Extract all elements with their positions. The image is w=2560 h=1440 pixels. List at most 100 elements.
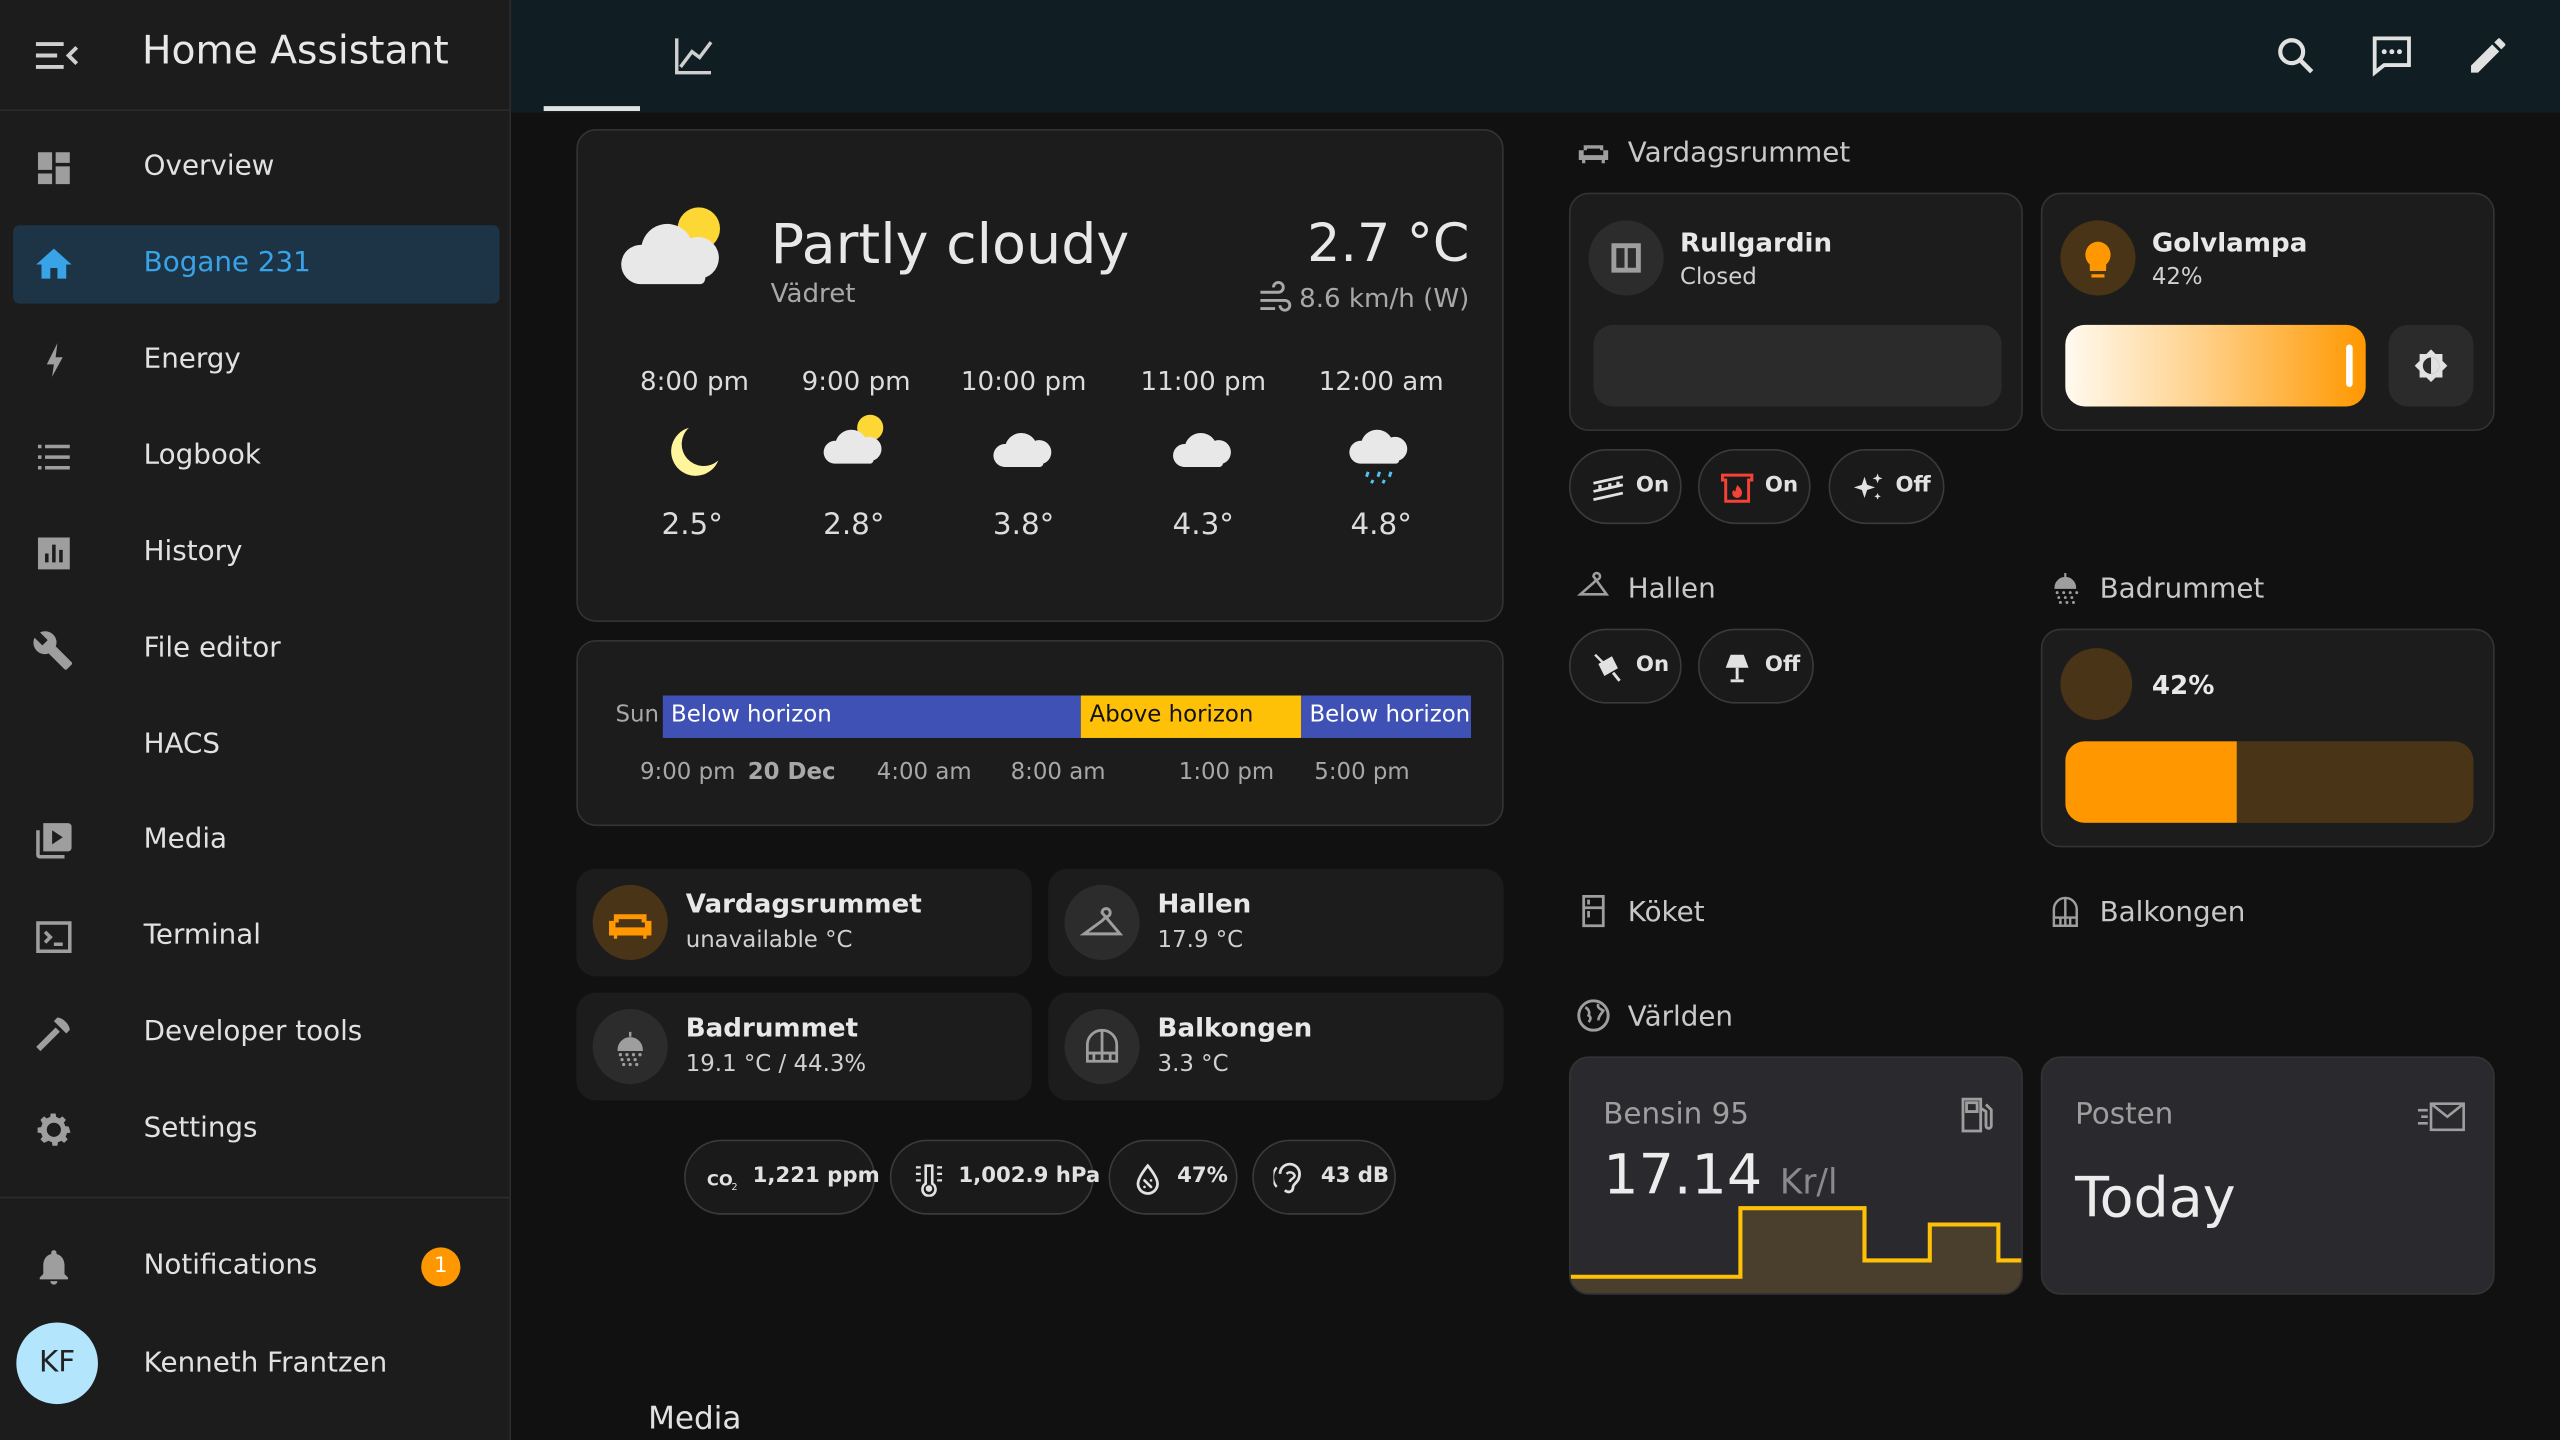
- balcony-icon: [1064, 1008, 1140, 1085]
- sidebar-item-history[interactable]: History: [13, 514, 500, 592]
- sensor-pill-pressure[interactable]: 1,002.9 hPa: [889, 1139, 1100, 1215]
- timeline-tick-label: 20 Dec: [747, 759, 836, 786]
- sidebar-item-label: Settings: [143, 1111, 258, 1145]
- media-section-title: Media: [648, 1400, 742, 1437]
- ceiling-light-icon: [1590, 650, 1626, 686]
- ear-icon: [1273, 1161, 1309, 1197]
- cloudy-icon: [989, 415, 1058, 474]
- area-tile-hallen[interactable]: Hallen 17.9 °C: [1048, 868, 1504, 977]
- sun-history-card[interactable]: Sun Below horizon Above horizon Below ho…: [576, 640, 1504, 827]
- forecast-time: 12:00 am: [1318, 365, 1444, 397]
- entity-pill-fireplace[interactable]: On: [1697, 448, 1811, 525]
- sensor-pill-label: 47%: [1177, 1164, 1228, 1189]
- sensor-card-bensin-95[interactable]: Bensin 95 17.14 Kr/l: [1568, 1056, 2023, 1295]
- tile-name: Golvlampa: [2151, 226, 2308, 258]
- entity-pill-led-strip[interactable]: On: [1568, 448, 1682, 525]
- home-icon: [33, 243, 75, 285]
- sidebar-item-overview[interactable]: Overview: [13, 129, 500, 207]
- shower-icon: [592, 1008, 668, 1085]
- sidebar-item-logbook[interactable]: Logbook: [13, 418, 500, 496]
- forecast-temperature: 4.3°: [1172, 507, 1234, 543]
- light-tile-golvlampa[interactable]: Golvlampa 42%: [2040, 192, 2495, 432]
- area-tile-balkongen[interactable]: Balkongen 3.3 °C: [1048, 992, 1504, 1101]
- forecast-temperature: 4.8°: [1350, 507, 1412, 543]
- humidity-icon: [1130, 1161, 1166, 1197]
- section-title-badrummet: Badrummet: [2099, 573, 2265, 606]
- blind-tile-rullgardin[interactable]: Rullgardin Closed: [1568, 192, 2023, 432]
- sensor-pill-label: 1,002.9 hPa: [958, 1164, 1101, 1189]
- timeline-segment[interactable]: Below horizon: [662, 695, 1082, 738]
- tile-name: Vardagsrummet: [685, 888, 922, 920]
- entity-pill-state: On: [1635, 653, 1670, 678]
- tile-name: Badrummet: [685, 1012, 859, 1044]
- sensor-pill-co2[interactable]: CO 2 1,221 ppm: [684, 1139, 880, 1215]
- menu-toggle-button[interactable]: [26, 29, 85, 81]
- user-name[interactable]: Kenneth Frantzen: [144, 1347, 388, 1380]
- sidebar-item-bogane-231[interactable]: Bogane 231: [13, 225, 500, 304]
- sidebar-item-media[interactable]: Media: [13, 802, 500, 880]
- svg-text:CO: CO: [707, 1170, 733, 1189]
- sidebar-item-label: Overview: [143, 150, 275, 183]
- sensor-value: Today: [2075, 1165, 2236, 1232]
- entity-pill-sparkle[interactable]: Off: [1828, 448, 1945, 525]
- sensor-card-posten[interactable]: Posten Today: [2040, 1056, 2495, 1295]
- tile-state: unavailable °C: [685, 927, 853, 954]
- brightness-mode-button[interactable]: [2388, 324, 2474, 407]
- sidebar-item-label: Developer tools: [143, 1015, 363, 1049]
- sensor-name: Posten: [2075, 1097, 2174, 1132]
- forecast-temperature: 2.5°: [661, 507, 723, 543]
- sidebar-item-energy[interactable]: Energy: [13, 322, 500, 400]
- sidebar-item-label: History: [143, 535, 243, 569]
- entity-pill-state: On: [1764, 473, 1799, 498]
- email-fast-icon: [2415, 1097, 2467, 1136]
- hammer-icon: [33, 1012, 75, 1054]
- sun-timeline-bar[interactable]: Below horizon Above horizon Below horizo…: [662, 695, 1471, 738]
- blind-position-slider[interactable]: [1593, 324, 2002, 407]
- sensor-pill-humidity[interactable]: 47%: [1108, 1139, 1238, 1215]
- sidebar-item-settings[interactable]: Settings: [13, 1091, 500, 1169]
- entity-pill-lamp[interactable]: Off: [1697, 628, 1814, 704]
- timeline-entity-label: Sun: [615, 702, 660, 729]
- wrench-icon: [33, 629, 75, 671]
- led-strip-icon: [1590, 470, 1626, 506]
- sidebar-item-hacs[interactable]: HACS: [13, 707, 500, 785]
- svg-text:2: 2: [731, 1182, 737, 1193]
- weather-forecast-card[interactable]: Partly cloudy Vädret 2.7 °C 8.6 km/h (W)…: [576, 128, 1504, 623]
- balcony-icon: [2047, 893, 2083, 929]
- entity-pill-ceiling-light[interactable]: On: [1568, 628, 1682, 704]
- timeline-tick-label: 4:00 am: [876, 759, 972, 786]
- avatar[interactable]: KF: [16, 1322, 98, 1405]
- app-title: Home Assistant: [142, 27, 449, 74]
- sidebar-item-developer-tools[interactable]: Developer tools: [13, 994, 500, 1072]
- chart-line-icon[interactable]: [671, 33, 717, 79]
- slider-handle[interactable]: [2346, 344, 2353, 387]
- timeline-segment[interactable]: Below horizon: [1301, 695, 1471, 738]
- timeline-tick-label: 1:00 pm: [1178, 759, 1275, 786]
- notification-count-badge: 1: [421, 1247, 461, 1287]
- sofa-icon: [1576, 134, 1612, 170]
- entity-pill-state: On: [1635, 473, 1670, 498]
- rainy-icon: [1345, 411, 1417, 486]
- sensor-pill-noise[interactable]: 43 dB: [1252, 1139, 1396, 1215]
- search-icon[interactable]: [2273, 33, 2319, 79]
- hanger-icon: [1064, 884, 1140, 960]
- fan-tile-badrummet[interactable]: 42%: [2040, 628, 2495, 848]
- timeline-segment[interactable]: Above horizon: [1081, 695, 1302, 738]
- sidebar-item-file-editor[interactable]: File editor: [13, 611, 500, 689]
- area-tile-badrummet[interactable]: Badrummet 19.1 °C / 44.3%: [576, 992, 1032, 1101]
- tile-state: 42%: [2151, 669, 2215, 701]
- sidebar-item-label: Terminal: [143, 919, 261, 952]
- sidebar-divider: [0, 1196, 510, 1199]
- top-app-bar: [511, 0, 2560, 113]
- area-tile-vardagsrummet[interactable]: Vardagsrummet unavailable °C: [576, 868, 1032, 977]
- tile-name: Balkongen: [1157, 1012, 1313, 1044]
- sidebar-item-terminal[interactable]: Terminal: [13, 898, 500, 976]
- tile-name: Hallen: [1157, 888, 1252, 920]
- assist-message-icon[interactable]: [2369, 33, 2415, 79]
- pencil-icon[interactable]: [2465, 33, 2511, 79]
- fan-speed-slider[interactable]: [2065, 741, 2474, 823]
- forecast-time: 8:00 pm: [640, 365, 750, 397]
- sidebar-item-label: Notifications: [143, 1248, 318, 1282]
- brightness-slider[interactable]: [2065, 324, 2366, 407]
- sidebar-item-label: Bogane 231: [143, 246, 311, 280]
